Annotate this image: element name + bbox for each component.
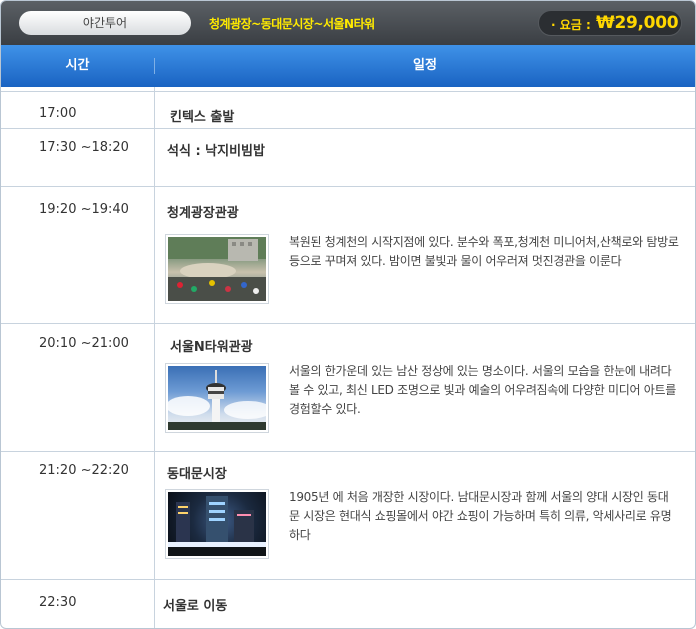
row-title: 청계광장관광 — [167, 206, 239, 221]
row-title: 석식 : 낙지비빔밥 — [167, 144, 265, 159]
price-box: · 요금 : ₩29,000 — [538, 10, 682, 36]
dongdaemun-market-photo — [165, 489, 269, 559]
row-time: 22:30 — [39, 595, 77, 610]
tour-header-bar: 야간투어 청계광장~동대문시장~서울N타워 · 요금 : ₩29,000 — [1, 1, 695, 45]
price-value: ₩29,000 — [596, 13, 679, 33]
row-description: 1905년 에 처음 개장한 시장이다. 남대문시장과 함께 서울의 양대 시장… — [289, 490, 672, 542]
row-title: 동대문시장 — [167, 467, 227, 482]
row-time: 21:20 ~22:20 — [39, 463, 129, 478]
table-row: 17:00 킨텍스 출발 — [1, 91, 695, 128]
table-row: 19:20 ~19:40 청계광장관광 복원된 청계천의 시작지점에 있다. 분… — [1, 186, 695, 323]
table-row: 20:10 ~21:00 서울N타워관광 서울의 한가운데 있는 남산 정상에 … — [1, 323, 695, 451]
n-seoul-tower-photo — [165, 363, 269, 433]
column-header-schedule: 일정 — [413, 58, 437, 73]
row-description: 서울의 한가운데 있는 남산 정상에 있는 명소이다. 서울의 모습을 한눈에 … — [289, 364, 676, 416]
row-time: 17:00 — [39, 106, 77, 121]
row-description: 복원된 청계천의 시작지점에 있다. 분수와 폭포,청계천 미니어처,산책로와 … — [289, 235, 679, 268]
column-header-time: 시간 — [65, 58, 90, 73]
cheonggye-plaza-photo — [165, 234, 269, 304]
table-header: 시간 일정 — [1, 45, 695, 87]
row-time: 20:10 ~21:00 — [39, 336, 129, 351]
row-title: 서울로 이동 — [163, 599, 228, 614]
table-row: 21:20 ~22:20 동대문시장 1905년 에 처음 개장한 시장이다. … — [1, 451, 695, 579]
table-row: 22:30 서울로 이동 — [1, 579, 695, 628]
row-title: 킨텍스 출발 — [170, 110, 235, 125]
table-row: 17:30 ~18:20 석식 : 낙지비빔밥 — [1, 128, 695, 186]
price-label: · 요금 : — [551, 18, 591, 32]
tour-schedule-panel: 야간투어 청계광장~동대문시장~서울N타워 · 요금 : ₩29,000 시간 … — [0, 0, 696, 629]
row-time: 19:20 ~19:40 — [39, 202, 129, 217]
row-time: 17:30 ~18:20 — [39, 140, 129, 155]
tour-type-badge: 야간투어 — [19, 11, 191, 35]
row-title: 서울N타워관광 — [170, 340, 253, 355]
tour-route: 청계광장~동대문시장~서울N타워 — [209, 17, 375, 31]
